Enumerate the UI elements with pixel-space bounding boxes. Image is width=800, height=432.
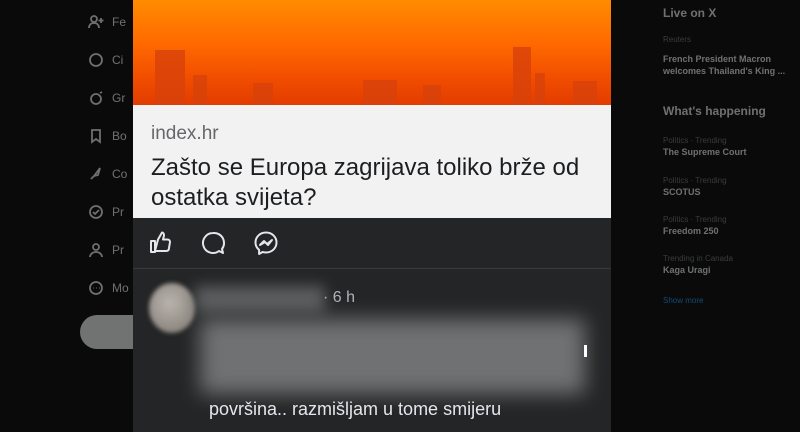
more-circle-icon bbox=[89, 281, 103, 295]
link-headline: Zašto se Europa zagrijava toliko brže od… bbox=[151, 154, 580, 211]
right-sidebar: Live on X Reuters French President Macro… bbox=[663, 0, 800, 432]
nav-item-label: Co bbox=[112, 167, 128, 181]
bookmark-icon bbox=[91, 129, 101, 144]
link-preview-card[interactable]: index.hr Zašto se Europa zagrijava tolik… bbox=[133, 105, 611, 218]
shared-post: index.hr Zašto se Europa zagrijava tolik… bbox=[133, 0, 611, 432]
nav-item-label: Mo bbox=[112, 281, 129, 295]
left-navigation: Fe Ci Gr Bo Co Pr Pr Mo bbox=[80, 0, 140, 432]
trend-name[interactable]: The Supreme Court bbox=[663, 147, 747, 157]
live-heading: Live on X bbox=[663, 6, 717, 20]
link-domain: index.hr bbox=[151, 123, 219, 144]
trend-meta: Politics · Trending bbox=[663, 215, 727, 224]
comment-text-redacted bbox=[200, 319, 585, 394]
nav-item-label: Pr bbox=[112, 243, 124, 257]
grok-icon bbox=[90, 91, 103, 105]
live-source: Reuters bbox=[663, 35, 692, 44]
trend-meta: Politics · Trending bbox=[663, 176, 727, 185]
action-bar bbox=[133, 218, 611, 268]
person-add-icon bbox=[88, 15, 104, 29]
messenger-button[interactable] bbox=[252, 229, 280, 257]
article-image[interactable] bbox=[133, 0, 611, 105]
nav-item-label: Fe bbox=[112, 15, 127, 29]
rocket-icon bbox=[90, 167, 101, 180]
nav-item-label: Pr bbox=[112, 205, 124, 219]
comment: · 6 h površina.. razmišljam u tome smije… bbox=[133, 269, 611, 432]
comment-text: površina.. razmišljam u tome smijeru bbox=[209, 399, 502, 419]
comment-button[interactable] bbox=[199, 229, 227, 257]
messenger-icon bbox=[254, 231, 278, 255]
show-more-link[interactable]: Show more bbox=[663, 296, 703, 305]
happening-heading: What's happening bbox=[663, 104, 766, 118]
comment-icon bbox=[202, 231, 225, 254]
trend-name[interactable]: Kaga Uragi bbox=[663, 265, 711, 275]
cursor-mark bbox=[584, 345, 587, 357]
chat-bubble-icon bbox=[89, 53, 103, 67]
nav-item-label: Bo bbox=[112, 129, 127, 143]
like-icon bbox=[150, 231, 171, 253]
trend-meta: Trending in Canada bbox=[663, 254, 733, 263]
nav-item-label: Ci bbox=[112, 53, 124, 67]
like-button[interactable] bbox=[147, 229, 175, 257]
verified-icon bbox=[89, 205, 103, 219]
person-icon bbox=[89, 243, 103, 258]
comment-timestamp: · 6 h bbox=[323, 289, 356, 306]
commenter-name-redacted bbox=[195, 286, 325, 312]
avatar[interactable] bbox=[149, 283, 195, 333]
trend-meta: Politics · Trending bbox=[663, 136, 727, 145]
live-title[interactable]: French President Macron welcomes Thailan… bbox=[663, 53, 798, 77]
trend-name[interactable]: SCOTUS bbox=[663, 187, 701, 197]
city-skyline-image bbox=[155, 47, 597, 105]
trend-name[interactable]: Freedom 250 bbox=[663, 226, 719, 236]
nav-item-label: Gr bbox=[112, 91, 126, 105]
